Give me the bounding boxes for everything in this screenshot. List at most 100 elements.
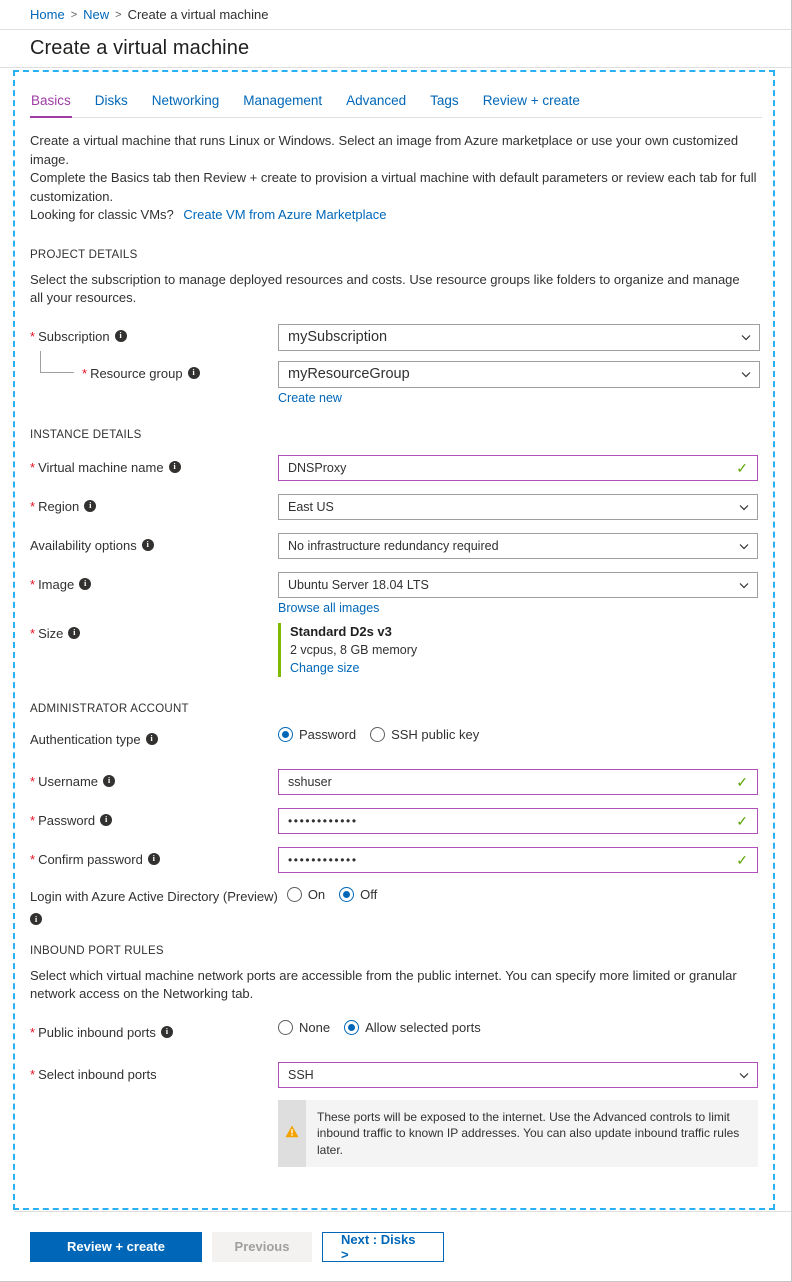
create-vm-blade: Home > New > Create a virtual machine Cr… [0,0,792,1282]
breadcrumb-item-home[interactable]: Home [30,7,65,22]
public-inbound-ports-radio-group: None Allow selected ports [278,1020,761,1035]
required-asterisk: * [30,625,35,642]
radio-ports-none[interactable]: None [278,1020,330,1035]
info-icon[interactable]: i [142,539,154,551]
subscription-dropdown[interactable]: mySubscription [278,324,760,351]
subscription-label-group: * Subscription i [30,324,278,345]
username-value: sshuser [288,775,332,789]
select-inbound-ports-dropdown[interactable]: SSH [278,1062,758,1088]
password-label-group: * Password i [30,808,278,829]
required-asterisk: * [82,365,87,382]
action-bar: Review + create Previous Next : Disks > [14,1211,791,1281]
auth-type-radio-group: Password SSH public key [278,727,761,742]
radio-indicator [278,1020,293,1035]
change-size-link[interactable]: Change size [290,659,360,677]
row-resource-group: * Resource group i myResourceGroup Creat… [30,361,761,405]
radio-aad-on[interactable]: On [287,887,325,902]
basics-form: Create a virtual machine that runs Linux… [0,118,791,1167]
tab-bar: Basics Disks Networking Management Advan… [30,90,762,118]
info-icon[interactable]: i [188,367,200,379]
create-vm-from-marketplace-link[interactable]: Create VM from Azure Marketplace [183,207,386,222]
vm-name-input[interactable]: DNSProxy ✓ [278,455,758,481]
review-create-button[interactable]: Review + create [30,1232,202,1262]
tab-advanced[interactable]: Advanced [345,90,407,117]
info-icon[interactable]: i [68,627,80,639]
breadcrumb-item-new[interactable]: New [83,7,109,22]
password-input[interactable]: •••••••••••• ✓ [278,808,758,834]
intro-line-3: Looking for classic VMs? Create VM from … [30,206,760,225]
size-label: Size [38,625,63,642]
row-region: * Region i East US [30,494,761,520]
info-icon[interactable]: i [148,853,160,865]
valid-check-icon: ✓ [736,814,748,828]
inbound-port-rules-description: Select which virtual machine network por… [30,967,755,1004]
row-username: * Username i sshuser ✓ [30,769,761,795]
size-spec: 2 vcpus, 8 GB memory [290,641,761,659]
breadcrumb-separator-icon: > [115,9,121,21]
region-label: Region [38,498,79,515]
info-icon[interactable]: i [79,578,91,590]
browse-all-images-link[interactable]: Browse all images [278,601,379,615]
resource-group-dropdown[interactable]: myResourceGroup [278,361,760,388]
required-asterisk: * [30,498,35,515]
required-asterisk: * [30,1024,35,1041]
radio-ports-allow-selected[interactable]: Allow selected ports [344,1020,481,1035]
availability-options-dropdown[interactable]: No infrastructure redundancy required [278,533,758,559]
chevron-down-icon [739,1070,748,1079]
page-title-bar: Create a virtual machine [0,30,791,68]
info-icon[interactable]: i [146,733,158,745]
info-icon[interactable]: i [161,1026,173,1038]
info-icon[interactable]: i [169,461,181,473]
next-disks-button[interactable]: Next : Disks > [322,1232,444,1262]
info-icon[interactable]: i [84,500,96,512]
region-value: East US [288,500,334,514]
username-input[interactable]: sshuser ✓ [278,769,758,795]
password-value: •••••••••••• [288,814,358,828]
tab-review-create[interactable]: Review + create [482,90,581,117]
region-label-group: * Region i [30,494,278,515]
chevron-down-icon [739,580,748,589]
confirm-password-value: •••••••••••• [288,853,358,867]
tab-basics[interactable]: Basics [30,90,72,118]
image-value: Ubuntu Server 18.04 LTS [288,578,429,592]
previous-button[interactable]: Previous [212,1232,312,1262]
section-heading-instance-details: INSTANCE DETAILS [30,429,761,441]
info-icon[interactable]: i [30,913,42,925]
info-icon[interactable]: i [103,775,115,787]
row-password: * Password i •••••••••••• ✓ [30,808,761,834]
row-image: * Image i Ubuntu Server 18.04 LTS Browse… [30,572,761,615]
resource-group-label-group: * Resource group i [30,361,278,382]
intro-line-1: Create a virtual machine that runs Linux… [30,132,760,169]
info-icon[interactable]: i [115,330,127,342]
vm-name-value: DNSProxy [288,461,346,475]
select-inbound-ports-value: SSH [288,1068,314,1082]
required-asterisk: * [30,328,35,345]
tab-networking[interactable]: Networking [151,90,221,117]
radio-label: Off [360,887,377,902]
image-field-wrap: Ubuntu Server 18.04 LTS Browse all image… [278,572,761,615]
radio-label: Allow selected ports [365,1020,481,1035]
vm-name-label-group: * Virtual machine name i [30,455,278,476]
selected-size-card[interactable]: Standard D2s v3 2 vcpus, 8 GB memory Cha… [278,623,761,677]
tab-management[interactable]: Management [242,90,323,117]
row-confirm-password: * Confirm password i •••••••••••• ✓ [30,847,761,873]
create-new-resource-group-link[interactable]: Create new [278,391,342,405]
tab-disks[interactable]: Disks [94,90,129,117]
radio-auth-password[interactable]: Password [278,727,356,742]
info-icon[interactable]: i [100,814,112,826]
image-label: Image [38,576,74,593]
row-public-inbound-ports: * Public inbound ports i None Allow sele… [30,1020,761,1046]
image-dropdown[interactable]: Ubuntu Server 18.04 LTS [278,572,758,598]
availability-value: No infrastructure redundancy required [288,539,499,553]
radio-auth-ssh-public-key[interactable]: SSH public key [370,727,479,742]
radio-aad-off[interactable]: Off [339,887,377,902]
row-select-inbound-ports: * Select inbound ports SSH [30,1062,761,1088]
breadcrumb-separator-icon: > [71,9,77,21]
confirm-password-input[interactable]: •••••••••••• ✓ [278,847,758,873]
tab-tags[interactable]: Tags [429,90,460,117]
vm-name-field-wrap: DNSProxy ✓ [278,455,761,481]
public-inbound-ports-field-wrap: None Allow selected ports [278,1020,761,1035]
region-dropdown[interactable]: East US [278,494,758,520]
image-label-group: * Image i [30,572,278,593]
required-asterisk: * [30,851,35,868]
